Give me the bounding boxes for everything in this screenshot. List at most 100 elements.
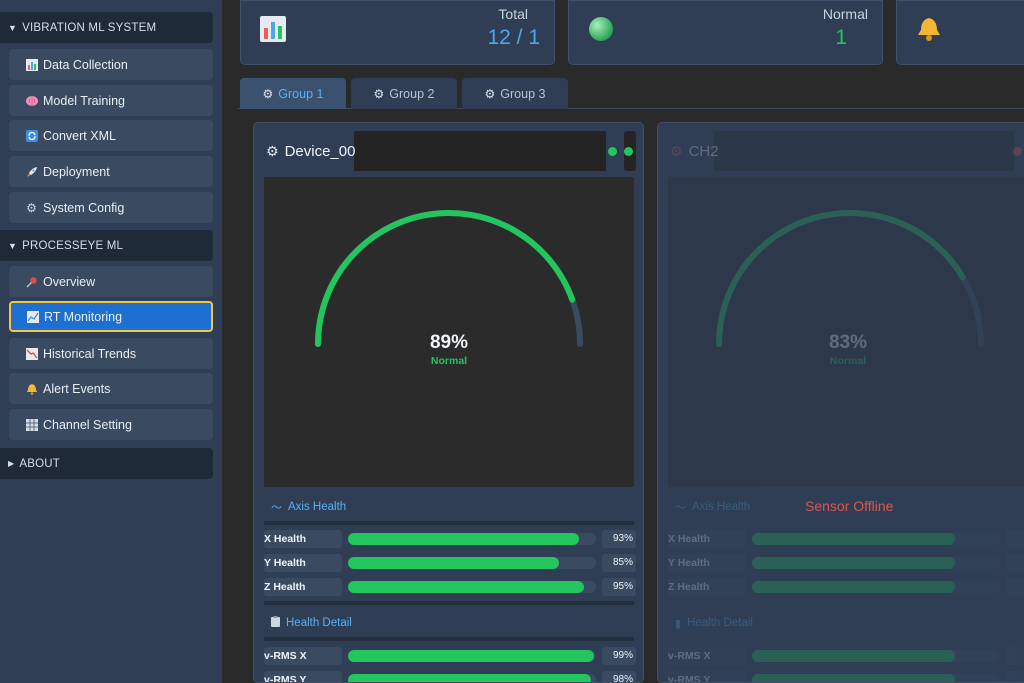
sidebar-item-rt-monitoring[interactable]: RT Monitoring [9, 301, 213, 332]
section-vibration-ml[interactable]: ▼ VIBRATION ML SYSTEM [0, 12, 213, 43]
health-status: Normal [829, 355, 867, 367]
metric-fill [752, 533, 956, 545]
axis-health-header: 〜 Axis Health [264, 493, 634, 521]
grid-icon [25, 418, 38, 431]
health-percent: 89% [429, 332, 469, 353]
section-label: ABOUT [19, 457, 60, 470]
wave-icon: 〜 [675, 502, 686, 514]
sidebar-item-model-training[interactable]: Model Training [9, 85, 213, 116]
title-bar-bg [354, 131, 606, 171]
stat-card-total: Total 12 / 1 [240, 0, 555, 65]
sidebar-item-overview[interactable]: Overview [9, 266, 213, 297]
gear-icon: ⚙ [26, 200, 37, 215]
stat-value-total: 12 / 1 [487, 26, 540, 49]
green-ball-icon [588, 16, 614, 47]
metric-percent: 8 [1006, 671, 1024, 682]
gauge-track [716, 210, 984, 347]
metric-fill [752, 557, 956, 569]
metric-track [348, 650, 596, 662]
expand-triangle-icon: ▼ [8, 240, 18, 251]
metric-percent: 85% [602, 554, 636, 572]
gear-icon: ⚙ [484, 86, 496, 101]
status-dot-icon [608, 147, 617, 156]
metric-percent: 8 [1006, 530, 1024, 548]
metric-label: X Health [668, 530, 746, 548]
sidebar-item-label: Alert Events [43, 381, 111, 396]
metric-row-vrms-y: v-RMS Y 8 [668, 671, 1024, 682]
gear-icon: ⚙ [373, 86, 385, 101]
metric-label: Y Health [668, 554, 746, 572]
metric-row-vrms-x: v-RMS X 99% [264, 647, 636, 665]
trend-chart-icon [25, 347, 38, 360]
metric-track [752, 650, 1000, 662]
stat-card-alerts [896, 0, 1024, 65]
metric-label: v-RMS Y [264, 671, 342, 682]
metric-percent: 93% [602, 530, 636, 548]
sidebar-item-historical-trends[interactable]: Historical Trends [9, 338, 213, 369]
health-gauge: 83% Normal [668, 177, 1024, 487]
stat-value-normal: 1 [835, 26, 847, 49]
metric-track [752, 557, 1000, 569]
sidebar-item-deployment[interactable]: Deployment [9, 156, 213, 187]
rocket-icon [25, 165, 38, 178]
metric-label: Y Health [264, 554, 342, 572]
metric-percent: 8 [1006, 647, 1024, 665]
health-status: Normal [430, 355, 468, 367]
metric-row-x-health: X Health 8 [668, 530, 1024, 548]
section-processeye-ml[interactable]: ▼ PROCESSEYE ML [0, 230, 213, 261]
expand-triangle-icon: ▼ [8, 22, 18, 33]
metric-fill [348, 674, 592, 682]
metric-percent: 8 [1006, 554, 1024, 572]
stat-label-normal: Normal [822, 6, 868, 22]
metric-label: X Health [264, 530, 342, 548]
sidebar-item-data-collection[interactable]: Data Collection [9, 49, 213, 80]
refresh-icon [25, 129, 38, 142]
title-bar-bg [714, 131, 1014, 171]
sidebar-item-alert-events[interactable]: Alert Events [9, 373, 213, 404]
status-dot-icon [1013, 147, 1022, 156]
section-title: Axis Health [692, 501, 751, 513]
bell-icon [916, 16, 942, 47]
metric-row-y-health: Y Health 8 [668, 554, 1024, 572]
brain-icon [25, 94, 38, 107]
health-gauge: 89% Normal [264, 177, 634, 487]
section-title: Axis Health [288, 501, 347, 513]
gauge-fill [315, 209, 576, 347]
metric-row-vrms-x: v-RMS X 8 [668, 647, 1024, 665]
tab-group-2[interactable]: ⚙ Group 2 [351, 78, 457, 109]
metric-fill [752, 581, 956, 593]
sidebar-item-label: Deployment [43, 164, 110, 179]
section-title: Health Detail [687, 617, 753, 629]
metric-fill [752, 674, 956, 682]
status-dot-icon [624, 147, 633, 156]
sidebar-item-system-config[interactable]: ⚙ System Config [9, 192, 213, 223]
metric-track [752, 533, 1000, 545]
sidebar-item-channel-setting[interactable]: Channel Setting [9, 409, 213, 440]
stat-card-normal: Normal 1 [568, 0, 883, 65]
tab-group-1[interactable]: ⚙ Group 1 [240, 78, 346, 109]
sidebar-item-label: Model Training [43, 93, 125, 108]
line-chart-icon [26, 310, 39, 323]
metric-fill [348, 557, 559, 569]
device-card-ch2[interactable]: ⚙ CH2 83% Normal 〜 Axis Health X Health … [657, 122, 1024, 683]
tab-group-3[interactable]: ⚙ Group 3 [462, 78, 568, 109]
sidebar-item-convert-xml[interactable]: Convert XML [9, 120, 213, 151]
metric-label: v-RMS X [264, 647, 342, 665]
divider [264, 637, 634, 641]
metric-track [348, 533, 596, 545]
metric-fill [752, 650, 956, 662]
sidebar-item-label: Channel Setting [43, 417, 132, 432]
metric-track [348, 557, 596, 569]
metric-percent: 99% [602, 647, 636, 665]
metric-fill [348, 650, 594, 662]
gauge-fill [716, 210, 966, 347]
device-card-device-00[interactable]: ⚙ Device_00 89% Normal 〜 Axis Health X H… [253, 122, 644, 683]
metric-track [752, 581, 1000, 593]
wave-icon: 〜 [271, 502, 282, 514]
bell-icon [25, 382, 38, 395]
metric-row-x-health: X Health 93% [264, 530, 636, 548]
metric-percent: 8 [1006, 578, 1024, 596]
section-about[interactable]: ▶ ABOUT [0, 448, 213, 479]
metric-track [348, 581, 596, 593]
section-label: VIBRATION ML SYSTEM [22, 21, 157, 34]
